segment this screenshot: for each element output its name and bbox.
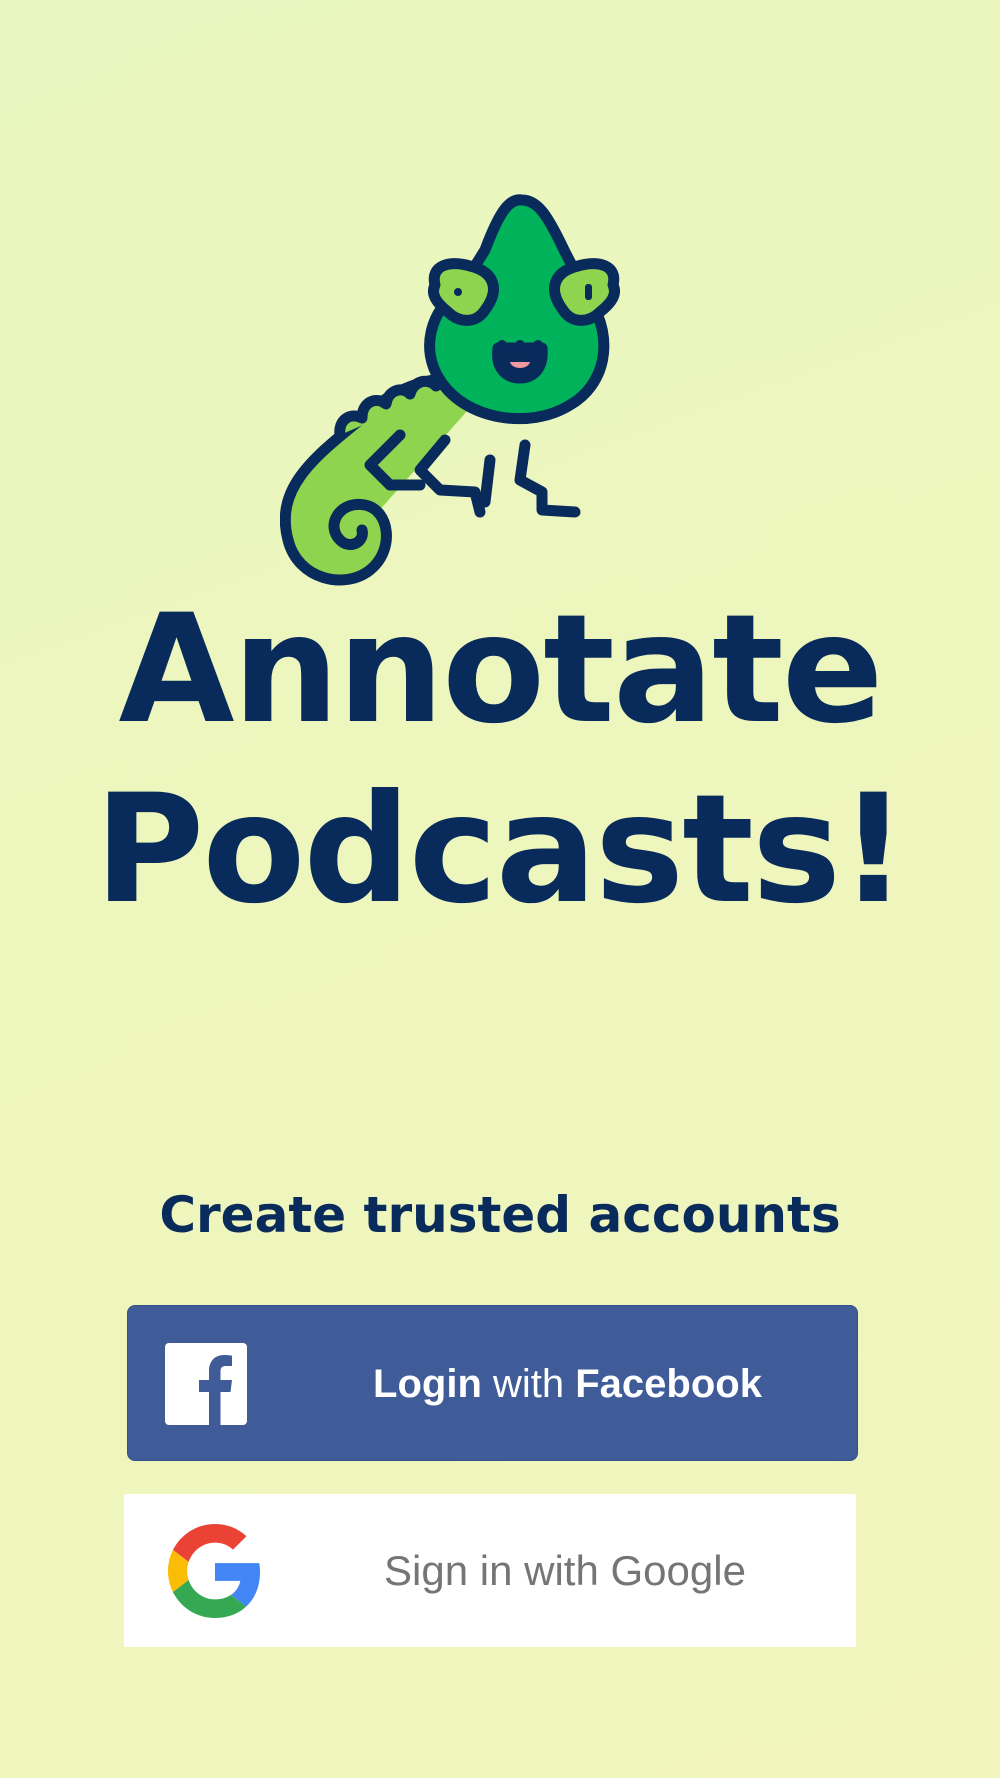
google-icon — [168, 1524, 261, 1618]
facebook-label-with: with — [481, 1362, 576, 1406]
headline-line-2: Podcasts! — [94, 763, 907, 937]
facebook-label-facebook: Facebook — [575, 1362, 762, 1406]
facebook-button-label: Login with Facebook — [278, 1306, 857, 1462]
google-button-label: Sign in with Google — [384, 1547, 746, 1594]
google-signin-button[interactable]: Sign in with Google — [124, 1494, 856, 1647]
facebook-icon — [165, 1343, 247, 1425]
subtitle: Create trusted accounts — [159, 1186, 841, 1244]
facebook-label-login: Login — [373, 1362, 482, 1406]
headline-line-1: Annotate — [118, 583, 883, 757]
facebook-login-button[interactable]: Login with Facebook — [127, 1305, 858, 1461]
chameleon-mascot-icon — [280, 194, 620, 586]
